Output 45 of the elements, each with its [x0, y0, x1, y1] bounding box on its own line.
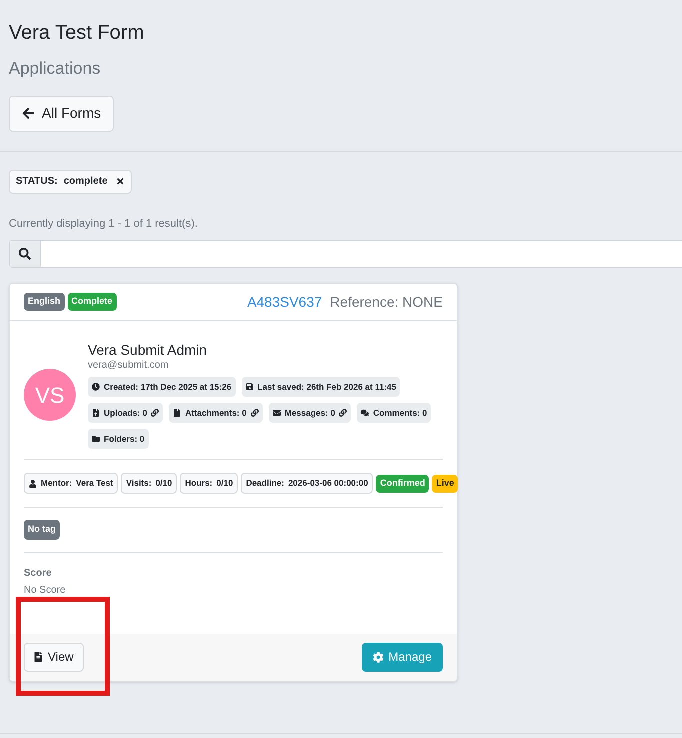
status-badge: Confirmed	[376, 474, 430, 492]
meta-chip[interactable]: Uploads: 0	[88, 403, 164, 423]
search-icon	[19, 248, 31, 260]
applicant-name: Vera Submit Admin	[88, 341, 208, 359]
results-count: Currently displaying 1 - 1 of 1 result(s).	[9, 216, 199, 232]
application-id-link[interactable]: A483SV637	[247, 292, 322, 312]
meta-chip[interactable]: Messages: 0	[268, 403, 352, 423]
avatar: VS	[24, 369, 76, 421]
file-icon	[173, 409, 182, 417]
page-title: Vera Test Form	[9, 21, 146, 46]
view-button[interactable]: View	[24, 642, 84, 672]
meta-chip: Last saved: 26th Feb 2026 at 11:45	[242, 377, 400, 397]
detail-chip: Deadline: 2026-03-06 00:00:00	[241, 473, 374, 494]
detail-chip: Visits: 0/10	[121, 473, 178, 494]
envelope-icon	[272, 409, 281, 417]
link-icon[interactable]	[250, 409, 259, 417]
all-forms-button[interactable]: All Forms	[9, 96, 114, 132]
speech-bubbles-icon	[361, 409, 370, 417]
tag-badge: No tag	[24, 520, 60, 540]
search-field[interactable]	[9, 240, 682, 268]
link-icon[interactable]	[339, 409, 348, 417]
file-upload-icon	[92, 409, 100, 417]
close-icon[interactable]	[116, 177, 125, 186]
meta-chip[interactable]: Attachments: 0	[169, 403, 263, 423]
clock-icon	[92, 383, 100, 391]
page-subtitle: Applications	[9, 58, 102, 80]
meta-chip: Comments: 0	[357, 403, 432, 423]
language-status-badge: English	[24, 293, 65, 311]
arrow-left-icon	[22, 107, 35, 120]
document-icon	[34, 652, 43, 662]
detail-chip: Mentor: Vera Test	[24, 473, 118, 494]
person-icon	[29, 480, 37, 488]
score-value: No Score	[24, 584, 67, 598]
link-icon[interactable]	[151, 409, 160, 417]
status-badge: Live	[432, 474, 458, 492]
score-label: Score	[24, 566, 53, 580]
applicant-email: vera@submit.com	[88, 359, 170, 373]
detail-chip: Hours: 0/10	[180, 473, 238, 494]
gear-icon	[372, 652, 384, 662]
meta-chip: Created: 17th Dec 2025 at 15:26	[88, 377, 236, 397]
reference-text: Reference: NONE	[330, 292, 443, 312]
language-status-badge: Complete	[68, 293, 117, 311]
filter-chip[interactable]: STATUS: complete	[9, 170, 132, 194]
meta-chip: Folders: 0	[88, 429, 149, 449]
folder-icon	[92, 435, 100, 443]
